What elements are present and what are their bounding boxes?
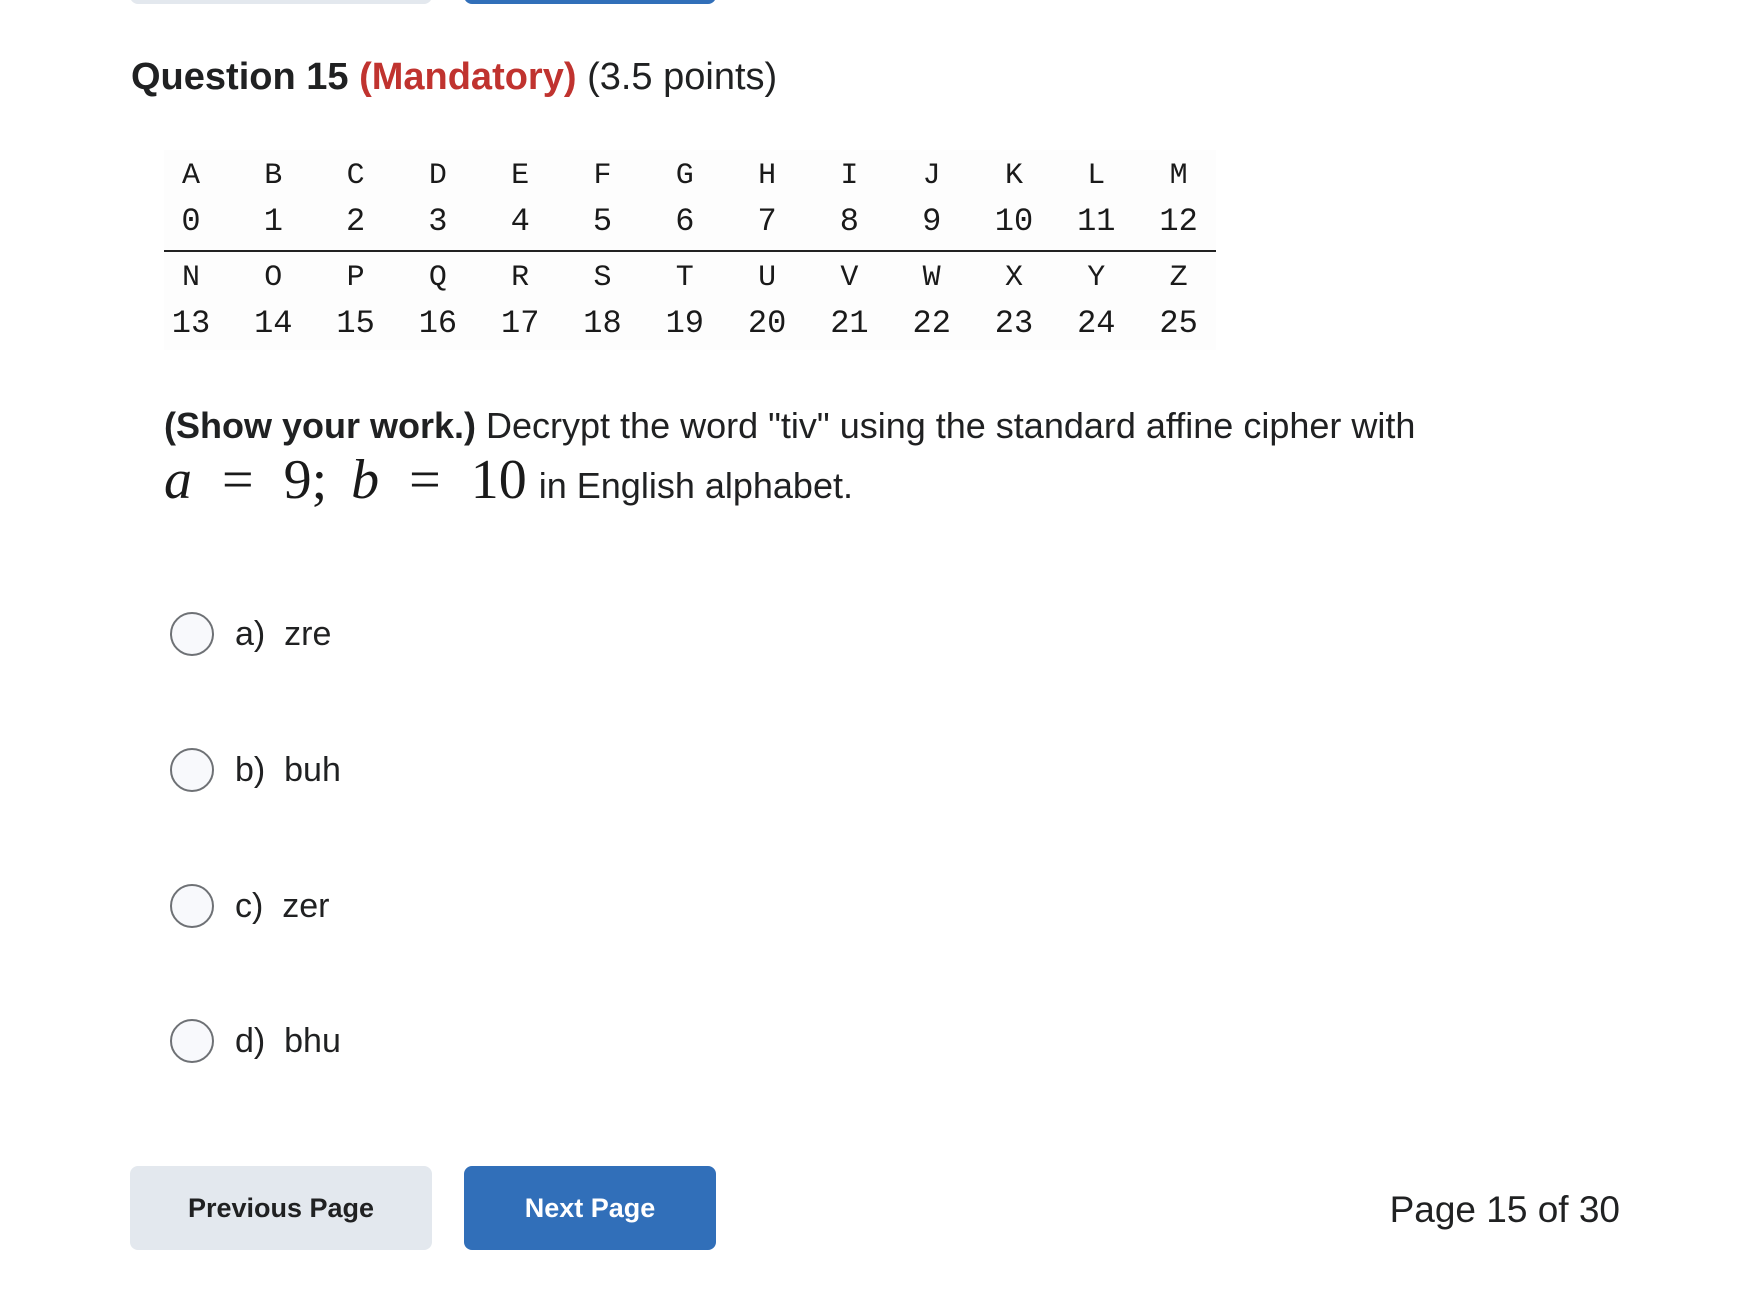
- table-letter-cell: H: [758, 159, 777, 193]
- answer-option-b[interactable]: b) buh: [170, 745, 341, 795]
- table-row-letters: A B C D E F G H I J K L M: [164, 156, 1216, 196]
- table-letter-cell: R: [511, 261, 530, 295]
- table-letter-cell: C: [346, 159, 365, 193]
- table-letter-cell: W: [922, 261, 941, 295]
- radio-button-d[interactable]: [170, 1019, 214, 1063]
- math-var-b: b: [351, 449, 380, 511]
- table-letter-cell: J: [922, 159, 941, 193]
- radio-button-a[interactable]: [170, 612, 214, 656]
- table-number-cell: 24: [1077, 305, 1116, 342]
- table-number-cell: 14: [254, 305, 293, 342]
- table-letter-cell: B: [264, 159, 283, 193]
- table-number-cell: 3: [428, 203, 448, 240]
- math-a-value: 9;: [283, 449, 328, 511]
- math-expression: a = 9; b = 10: [164, 448, 527, 512]
- next-page-button-top[interactable]: [464, 0, 716, 4]
- table-row-numbers: 13 14 15 16 17 18 19 20 21 22 23 24 25: [164, 304, 1216, 344]
- table-number-cell: 2: [345, 203, 366, 240]
- page-indicator: Page 15 of 30: [1389, 1189, 1620, 1230]
- table-number-cell: 0: [181, 203, 201, 240]
- question-heading: Question 15 (Mandatory) (3.5 points): [131, 52, 777, 102]
- table-letter-cell: N: [181, 261, 200, 295]
- prompt-emphasis: (Show your work.): [164, 405, 477, 446]
- table-number-cell: 16: [418, 305, 458, 342]
- mandatory-badge: (Mandatory): [359, 56, 577, 98]
- table-row-numbers: 0 1 2 3 4 5 6 7 8 9 10 11 12: [164, 202, 1216, 242]
- table-number-cell: 1: [263, 203, 283, 240]
- answer-option-d[interactable]: d) bhu: [170, 1016, 341, 1066]
- table-number-cell: 7: [757, 203, 777, 240]
- math-equals: =: [222, 449, 254, 511]
- prompt-tail: in English alphabet.: [538, 465, 853, 506]
- table-letter-cell: Y: [1087, 261, 1106, 295]
- next-page-button[interactable]: Next Page: [464, 1166, 716, 1250]
- math-b-value: 10: [470, 449, 527, 511]
- table-row-letters: N O P Q R S T U V W X Y Z: [164, 258, 1216, 298]
- table-number-cell: 6: [675, 203, 695, 240]
- answer-option-label: b) buh: [235, 750, 341, 789]
- table-letter-cell: V: [840, 261, 859, 295]
- answer-option-label: d) bhu: [235, 1021, 341, 1060]
- table-number-cell: 22: [912, 305, 951, 342]
- alphabet-number-table: A B C D E F G H I J K L M 0 1 2 3 4 5 6 7 8 9 10 11 12 N O P Q R S T U V W X…: [164, 150, 1216, 350]
- table-number-cell: 19: [665, 305, 704, 342]
- table-number-cell: 12: [1159, 203, 1198, 240]
- prompt-math-line: a = 9; b = 10 in English alphabet.: [164, 448, 853, 518]
- table-divider: [164, 250, 1216, 252]
- table-letter-cell: F: [593, 159, 612, 193]
- previous-page-button-top[interactable]: [130, 0, 432, 4]
- table-number-cell: 15: [336, 305, 375, 342]
- answer-option-label: a) zre: [235, 614, 332, 653]
- table-number-cell: 9: [922, 203, 942, 240]
- table-number-cell: 5: [592, 203, 613, 240]
- answer-option-label: c) zer: [235, 886, 330, 925]
- question-number: Question 15: [131, 56, 349, 98]
- table-number-cell: 20: [747, 305, 787, 342]
- table-number-cell: 25: [1159, 305, 1198, 342]
- table-number-cell: 11: [1077, 203, 1116, 240]
- table-letter-cell: T: [675, 261, 694, 295]
- previous-page-button[interactable]: Previous Page: [130, 1166, 432, 1250]
- table-letter-cell: O: [264, 261, 283, 295]
- radio-button-b[interactable]: [170, 748, 214, 792]
- table-number-cell: 17: [500, 305, 540, 342]
- table-number-cell: 8: [839, 203, 859, 240]
- table-number-cell: 18: [583, 305, 622, 342]
- math-equals: =: [409, 449, 441, 511]
- table-letter-cell: X: [1004, 261, 1023, 295]
- question-points: (3.5 points): [587, 56, 778, 98]
- math-var-a: a: [164, 449, 192, 511]
- table-number-cell: 21: [830, 305, 869, 342]
- table-number-cell: 4: [510, 203, 530, 240]
- table-letter-cell: M: [1169, 159, 1188, 193]
- table-letter-cell: Z: [1169, 261, 1188, 295]
- table-number-cell: 10: [994, 203, 1034, 240]
- table-letter-cell: Q: [428, 261, 447, 295]
- table-letter-cell: E: [511, 159, 530, 193]
- radio-button-c[interactable]: [170, 884, 214, 928]
- table-number-cell: 23: [994, 305, 1034, 342]
- table-letter-cell: S: [593, 261, 612, 295]
- prompt-text: Decrypt the word "tiv" using the standar…: [476, 405, 1416, 446]
- table-letter-cell: A: [181, 159, 200, 193]
- table-letter-cell: L: [1087, 159, 1106, 193]
- table-number-cell: 13: [171, 305, 211, 342]
- answer-option-a[interactable]: a) zre: [170, 609, 331, 659]
- question-prompt: (Show your work.) Decrypt the word "tiv"…: [164, 400, 1614, 452]
- table-letter-cell: U: [758, 261, 777, 295]
- answer-option-c[interactable]: c) zer: [170, 881, 329, 931]
- table-letter-cell: K: [1004, 159, 1023, 193]
- table-letter-cell: I: [840, 159, 859, 193]
- table-letter-cell: D: [428, 159, 447, 193]
- table-letter-cell: P: [346, 261, 365, 295]
- table-letter-cell: G: [675, 159, 694, 193]
